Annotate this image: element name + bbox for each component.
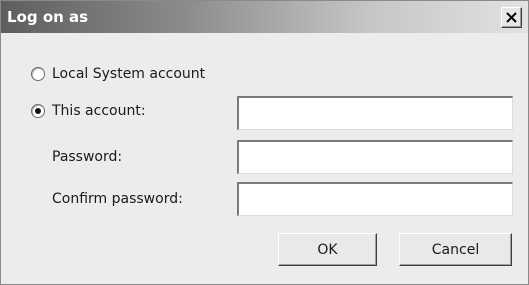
close-icon	[506, 8, 517, 27]
log-on-as-dialog: Log on as Local System account This acco…	[0, 0, 529, 285]
cancel-button[interactable]: Cancel	[399, 233, 512, 266]
local-system-label: Local System account	[52, 66, 206, 82]
this-account-label: This account:	[52, 103, 146, 119]
title-bar[interactable]: Log on as	[1, 1, 528, 33]
this-account-radio[interactable]	[31, 104, 45, 118]
local-system-radio[interactable]	[31, 67, 45, 81]
close-button[interactable]	[501, 7, 522, 28]
password-label: Password:	[52, 149, 123, 165]
dialog-body: Local System account This account: Passw…	[2, 34, 527, 284]
confirm-password-field[interactable]	[237, 182, 513, 216]
password-field[interactable]	[237, 140, 513, 174]
ok-button[interactable]: OK	[278, 233, 377, 266]
this-account-input[interactable]	[237, 96, 513, 130]
local-system-account-option[interactable]: Local System account	[31, 65, 205, 83]
this-account-option[interactable]: This account:	[31, 102, 146, 120]
dialog-title: Log on as	[7, 8, 89, 26]
radio-selected-dot	[35, 108, 41, 114]
confirm-password-label: Confirm password:	[52, 191, 183, 207]
